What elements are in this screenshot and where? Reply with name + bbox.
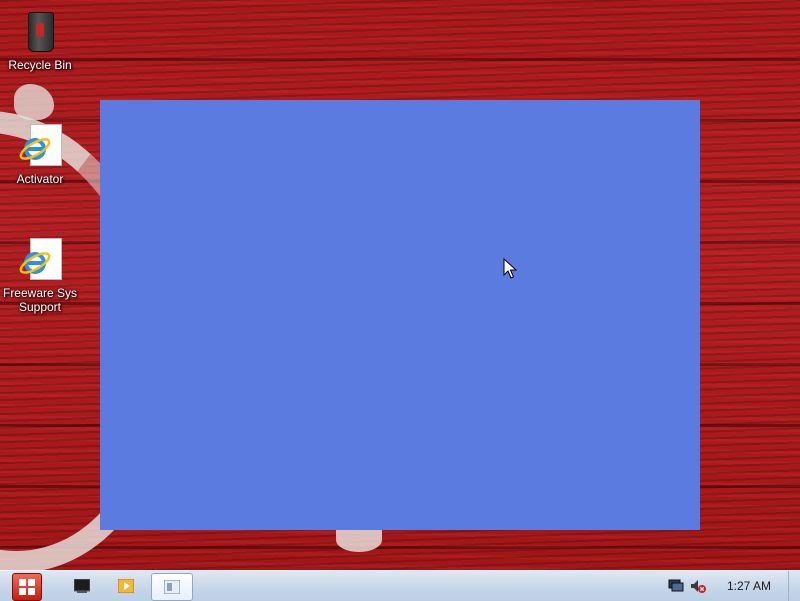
volume-muted-icon[interactable] bbox=[690, 579, 706, 593]
blank-blue-window[interactable] bbox=[100, 100, 700, 530]
clock[interactable]: 1:27 AM bbox=[716, 579, 782, 593]
media-player-icon bbox=[118, 579, 134, 593]
window-app-icon bbox=[164, 580, 180, 594]
network-icon[interactable] bbox=[668, 579, 684, 593]
internet-explorer-shortcut-icon bbox=[16, 236, 64, 284]
taskbar-button-media-player[interactable] bbox=[106, 573, 146, 599]
desktop-icon-recycle-bin[interactable]: Recycle Bin bbox=[0, 8, 80, 72]
desktop-icon-label: Activator bbox=[16, 172, 64, 186]
start-button[interactable] bbox=[12, 573, 42, 601]
wallpaper-shape bbox=[14, 84, 54, 120]
taskbar: 1:27 AM bbox=[0, 570, 800, 601]
terminal-icon bbox=[74, 579, 90, 593]
desktop-icon-freeware-sys-support[interactable]: Freeware Sys Support bbox=[0, 236, 80, 314]
desktop-icon-label: Recycle Bin bbox=[8, 58, 72, 72]
recycle-bin-icon bbox=[16, 8, 64, 56]
windows-logo-icon bbox=[19, 579, 35, 595]
internet-explorer-shortcut-icon bbox=[16, 122, 64, 170]
taskbar-button-terminal[interactable] bbox=[62, 573, 102, 599]
mouse-cursor-icon bbox=[503, 258, 517, 279]
taskbar-button-active-window[interactable] bbox=[151, 573, 193, 601]
wallpaper-shape bbox=[336, 528, 382, 552]
desktop-icon-activator[interactable]: Activator bbox=[0, 122, 80, 186]
desktop-icon-label: Freeware Sys Support bbox=[2, 286, 78, 314]
show-desktop-button[interactable] bbox=[788, 571, 800, 601]
